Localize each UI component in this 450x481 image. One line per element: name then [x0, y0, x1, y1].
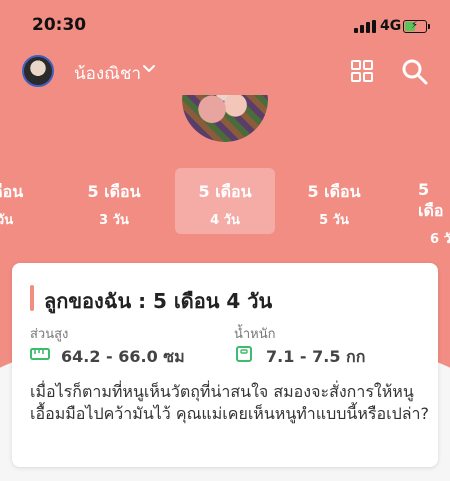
age-tab-day: 6 วั	[430, 232, 450, 247]
battery-icon: ⚡	[403, 20, 427, 33]
age-tab-prev-1[interactable]: 5 เดือน 3 วัน	[64, 168, 164, 234]
height-value: 64.2 - 66.0 ซม	[61, 347, 185, 366]
ruler-icon	[30, 348, 50, 360]
age-tab-month: เดือน	[0, 182, 24, 201]
signal-icon	[354, 20, 376, 33]
chevron-down-icon[interactable]	[142, 62, 156, 76]
weight-value: 7.1 - 7.5 กก	[266, 347, 366, 366]
scale-icon	[236, 346, 252, 362]
card-description: เมื่อไรก็ตามที่หนูเห็นวัตถุที่น่าสนใจ สม…	[30, 382, 430, 423]
battery-tip	[428, 24, 430, 29]
age-tab-month: 5 เดือ	[418, 180, 444, 220]
network-label: 4G	[380, 18, 402, 34]
avatar[interactable]	[22, 55, 54, 87]
age-tab-month: 5 เดือน	[307, 182, 361, 201]
age-tab-current[interactable]: 5 เดือน 4 วัน	[175, 168, 275, 234]
age-tab-next-1[interactable]: 5 เดือน 5 วัน	[284, 168, 384, 234]
height-label: ส่วนสูง	[30, 327, 69, 342]
profile-name[interactable]: น้องณิชา	[74, 60, 141, 87]
status-time: 20:30	[32, 15, 87, 35]
age-tab-next-2[interactable]: 5 เดือ 6 วั	[400, 168, 450, 247]
search-icon[interactable]	[401, 58, 428, 85]
age-tab-day: 4 วัน	[210, 213, 240, 228]
development-card[interactable]: ลูกของฉัน : 5 เดือน 4 วัน ส่วนสูง 64.2 -…	[12, 263, 438, 467]
age-tab-day: วัน	[0, 213, 14, 228]
card-title: ลูกของฉัน : 5 เดือน 4 วัน	[44, 289, 273, 313]
status-bar: 20:30 4G ⚡	[0, 0, 450, 52]
age-tab-month: 5 เดือน	[87, 182, 141, 201]
age-tab-day: 3 วัน	[99, 213, 129, 228]
grid-icon[interactable]	[351, 60, 373, 82]
age-tab-prev-2[interactable]: เดือน วัน	[0, 168, 55, 234]
weight-label: น้ำหนัก	[234, 327, 276, 342]
card-accent-bar	[30, 285, 34, 311]
age-tab-day: 5 วัน	[319, 213, 349, 228]
age-tab-month: 5 เดือน	[198, 182, 252, 201]
